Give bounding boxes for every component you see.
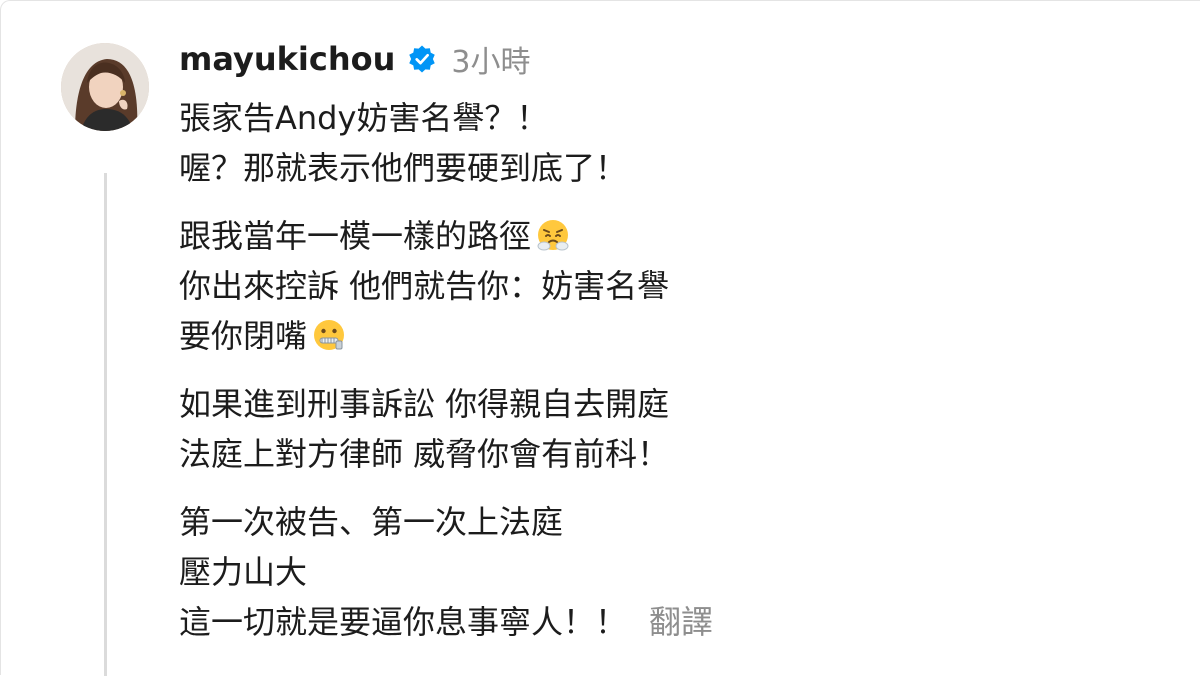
paragraph: 第一次被告、第一次上法庭 壓力山大 這一切就是要逼你息事寧人！！ 翻譯 <box>179 497 1159 647</box>
text-line: 第一次被告、第一次上法庭 <box>179 503 564 541</box>
text-line: 張家告Andy妨害名譽？！ <box>179 99 549 137</box>
translate-link[interactable]: 翻譯 <box>649 603 713 641</box>
text-line: 壓力山大 <box>179 553 308 591</box>
comment-text: 張家告Andy妨害名譽？！ 喔？那就表示他們要硬到底了！ 跟我當年一模一樣的路徑… <box>179 93 1159 665</box>
avatar-image <box>61 43 149 131</box>
text-line: 你出來控訴 他們就告你：妨害名譽 <box>179 267 670 305</box>
comment-header: mayukichou 3小時 <box>179 37 530 81</box>
text-line: 這一切就是要逼你息事寧人！！ 翻譯 <box>179 597 1159 647</box>
text-segment: 要你閉嘴 <box>179 317 308 355</box>
verified-badge-icon <box>407 44 437 74</box>
paragraph: 跟我當年一模一樣的路徑 你出來控訴 他們就告你：妨害名譽 要你閉嘴 <box>179 211 1159 361</box>
text-line: 喔？那就表示他們要硬到底了！ <box>179 149 628 187</box>
text-line: 法庭上對方律師 威脅你會有前科！ <box>179 435 670 473</box>
text-line: 跟我當年一模一樣的路徑 <box>179 211 1159 261</box>
timestamp[interactable]: 3小時 <box>451 37 530 81</box>
text-line: 如果進到刑事訴訟 你得親自去開庭 <box>179 385 670 423</box>
text-segment: 這一切就是要逼你息事寧人！！ <box>179 603 628 641</box>
paragraph: 如果進到刑事訴訟 你得親自去開庭 法庭上對方律師 威脅你會有前科！ <box>179 379 1159 479</box>
face-with-steam-from-nose-icon <box>535 217 571 253</box>
avatar[interactable] <box>61 43 149 131</box>
username-link[interactable]: mayukichou <box>179 40 395 78</box>
reply-thread-line <box>104 173 107 676</box>
text-segment: 跟我當年一模一樣的路徑 <box>179 217 532 255</box>
zipper-mouth-face-icon <box>311 317 347 353</box>
comment-card: mayukichou 3小時 張家告Andy妨害名譽？！ 喔？那就表示他們要硬到… <box>0 0 1200 676</box>
text-line: 要你閉嘴 <box>179 311 1159 361</box>
paragraph: 張家告Andy妨害名譽？！ 喔？那就表示他們要硬到底了！ <box>179 93 1159 193</box>
